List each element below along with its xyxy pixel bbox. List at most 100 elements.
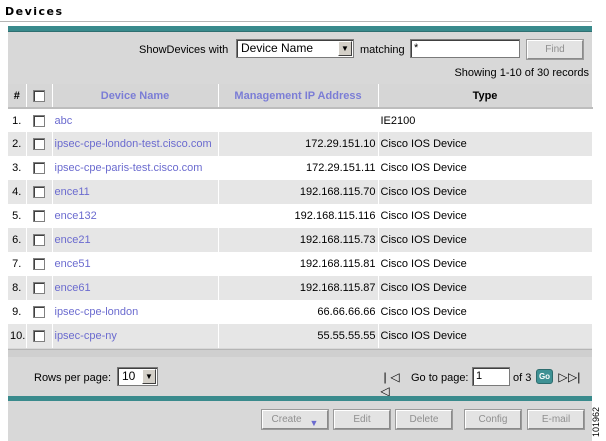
device-name-link[interactable]: ipsec-cpe-london-test.cisco.com xyxy=(55,138,212,150)
pagination-bar: Rows per page: 10 ▼ |◁ ◁ Go to page: 1 o… xyxy=(8,357,592,398)
previous-page-icon[interactable]: ◁ xyxy=(390,370,400,398)
row-index: 5. xyxy=(8,204,27,228)
row-checkbox-cell xyxy=(26,156,53,180)
select-all-cell xyxy=(26,84,53,109)
row-checkbox-cell xyxy=(26,252,53,276)
filter-field-select[interactable]: Device Name ▼ xyxy=(236,39,354,58)
column-header-index: # xyxy=(8,84,27,109)
row-index: 4. xyxy=(8,180,27,204)
column-header-device-name[interactable]: Device Name xyxy=(52,84,219,109)
row-checkbox[interactable] xyxy=(33,210,45,223)
delete-button[interactable]: Delete xyxy=(395,409,453,430)
device-name-cell: ence21 xyxy=(52,228,219,252)
device-name-link[interactable]: ipsec-cpe-london xyxy=(55,306,139,318)
device-name-cell: ence51 xyxy=(52,252,219,276)
row-checkbox[interactable] xyxy=(33,330,45,343)
rows-per-page-value: 10 xyxy=(122,369,136,383)
page-nav-back: |◁ ◁ xyxy=(380,370,400,398)
device-name-link[interactable]: ence51 xyxy=(55,258,91,270)
table-footer-divider xyxy=(8,349,592,357)
device-name-cell: abc xyxy=(52,108,219,132)
device-name-cell: ipsec-cpe-london-test.cisco.com xyxy=(52,132,219,156)
match-input[interactable]: * xyxy=(410,39,520,58)
chevron-down-icon: ▼ xyxy=(309,417,319,428)
device-name-cell: ipsec-cpe-london xyxy=(52,300,219,324)
row-checkbox[interactable] xyxy=(33,282,45,295)
chevron-down-icon[interactable]: ▼ xyxy=(338,41,352,56)
first-page-icon[interactable]: |◁ xyxy=(380,370,390,398)
row-checkbox[interactable] xyxy=(33,114,45,127)
select-all-checkbox[interactable] xyxy=(33,89,45,102)
row-checkbox-cell xyxy=(26,108,53,132)
rows-per-page-select[interactable]: 10 ▼ xyxy=(117,367,158,386)
ip-address-cell: 192.168.115.70 xyxy=(218,180,379,204)
table-row: 10. ipsec-cpe-ny 55.55.55.55 Cisco IOS Devi… xyxy=(8,324,593,348)
device-type-cell: Cisco IOS Device xyxy=(378,228,593,252)
row-checkbox[interactable] xyxy=(33,162,45,175)
show-devices-label: ShowDevices with xyxy=(139,44,229,56)
table-row: 5. ence132 192.168.115.116 Cisco IOS Device xyxy=(8,204,593,228)
row-checkbox[interactable] xyxy=(33,234,45,247)
row-index: 1. xyxy=(8,108,27,132)
row-checkbox-cell xyxy=(26,204,53,228)
top-accent-bar xyxy=(8,26,592,32)
row-checkbox-cell xyxy=(26,324,53,348)
row-index: 10. xyxy=(8,324,27,348)
ip-address-cell: 55.55.55.55 xyxy=(218,324,379,348)
matching-label: matching xyxy=(360,44,405,56)
row-checkbox[interactable] xyxy=(33,186,45,199)
device-name-cell: ipsec-cpe-ny xyxy=(52,324,219,348)
row-index: 7. xyxy=(8,252,27,276)
ip-address-cell: 192.168.115.87 xyxy=(218,276,379,300)
go-button[interactable]: Go xyxy=(536,369,553,384)
devices-panel: ShowDevices with Device Name ▼ matching … xyxy=(8,26,593,441)
ip-address-cell: 192.168.115.81 xyxy=(218,252,379,276)
find-button[interactable]: Find xyxy=(526,39,584,60)
create-button[interactable]: Create ▼ xyxy=(261,409,329,430)
next-page-icon[interactable]: ▷ xyxy=(558,370,568,384)
device-name-link[interactable]: abc xyxy=(55,115,73,127)
column-header-ip-address[interactable]: Management IP Address xyxy=(218,84,379,109)
row-checkbox[interactable] xyxy=(33,306,45,319)
edit-button[interactable]: Edit xyxy=(333,409,391,430)
device-name-link[interactable]: ence21 xyxy=(55,234,91,246)
row-checkbox-cell xyxy=(26,180,53,204)
last-page-icon[interactable]: ▷| xyxy=(568,370,580,384)
bottom-accent-bar xyxy=(8,396,592,401)
table-row: 6. ence21 192.168.115.73 Cisco IOS Device xyxy=(8,228,593,252)
device-name-link[interactable]: ence61 xyxy=(55,282,91,294)
table-header-row: # Device Name Management IP Address Type xyxy=(8,84,593,109)
table-row: 2. ipsec-cpe-london-test.cisco.com 172.29.… xyxy=(8,132,593,156)
table-row: 8. ence61 192.168.115.87 Cisco IOS Device xyxy=(8,276,593,300)
config-button[interactable]: Config xyxy=(464,409,522,430)
row-checkbox[interactable] xyxy=(33,138,45,151)
device-type-cell: Cisco IOS Device xyxy=(378,252,593,276)
filter-row: ShowDevices with Device Name ▼ matching … xyxy=(8,36,592,62)
chevron-down-icon[interactable]: ▼ xyxy=(142,369,156,384)
device-type-cell: Cisco IOS Device xyxy=(378,132,593,156)
table-row: 1. abc IE2100 xyxy=(8,108,593,132)
device-name-cell: ence61 xyxy=(52,276,219,300)
device-name-link[interactable]: ipsec-cpe-ny xyxy=(55,330,117,342)
table-row: 7. ence51 192.168.115.81 Cisco IOS Device xyxy=(8,252,593,276)
go-to-page-label: Go to page: xyxy=(411,372,469,384)
email-button[interactable]: E-mail xyxy=(527,409,585,430)
device-name-link[interactable]: ence132 xyxy=(55,210,97,222)
row-index: 8. xyxy=(8,276,27,300)
device-type-cell: Cisco IOS Device xyxy=(378,276,593,300)
device-type-cell: IE2100 xyxy=(378,108,593,132)
match-input-value: * xyxy=(414,42,419,54)
create-button-label: Create xyxy=(271,414,302,425)
rows-per-page-label: Rows per page: xyxy=(34,372,112,384)
page-number-value: 1 xyxy=(476,370,483,382)
device-name-link[interactable]: ipsec-cpe-paris-test.cisco.com xyxy=(55,162,203,174)
row-checkbox[interactable] xyxy=(33,258,45,271)
row-index: 3. xyxy=(8,156,27,180)
page-title: Devices xyxy=(5,5,64,18)
table-row: 9. ipsec-cpe-london 66.66.66.66 Cisco IOS D… xyxy=(8,300,593,324)
device-name-link[interactable]: ence11 xyxy=(55,186,90,198)
ip-address-cell: 172.29.151.11 xyxy=(218,156,379,180)
device-type-cell: Cisco IOS Device xyxy=(378,324,593,348)
ip-address-cell xyxy=(218,108,379,132)
page-number-input[interactable]: 1 xyxy=(472,367,510,386)
